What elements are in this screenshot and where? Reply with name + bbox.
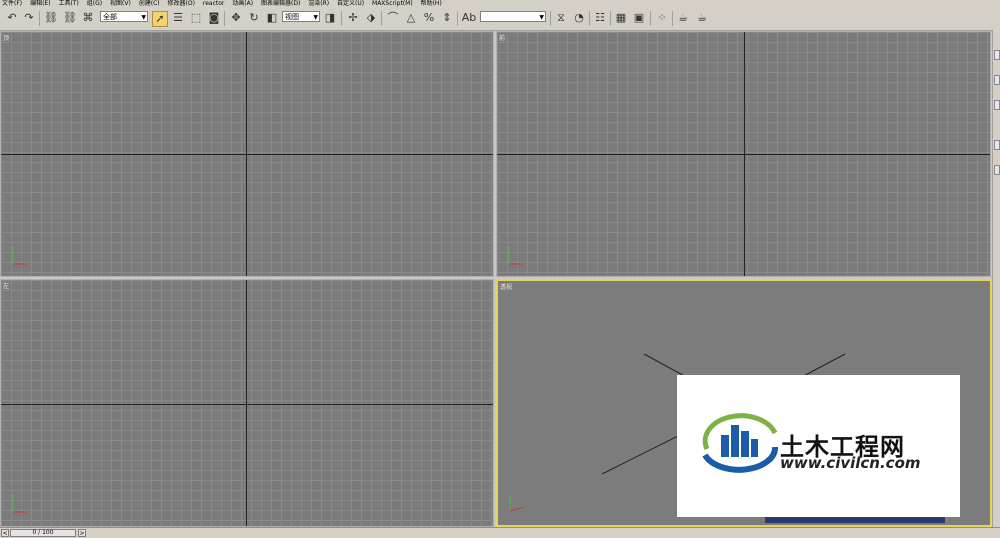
menu-bar: 文件(F) 编辑(E) 工具(T) 组(G) 视图(V) 创建(C) 修改器(O… — [0, 0, 1000, 8]
angle-snap-icon[interactable]: △ — [403, 10, 419, 26]
viewport-top[interactable]: 顶 — [0, 31, 494, 277]
watermark-logo-icon — [702, 413, 778, 473]
menu-modifiers[interactable]: 修改器(O) — [168, 0, 195, 7]
axis-tripod-icon — [12, 494, 27, 513]
reference-coordinate-value: 视图 — [285, 13, 299, 21]
toolbar-separator — [341, 11, 342, 26]
menu-reactor[interactable]: reactor — [203, 0, 225, 7]
named-selection-dropdown[interactable]: ▼ — [480, 11, 546, 22]
status-strip — [765, 517, 945, 523]
select-and-manipulate-icon[interactable]: ✢ — [345, 10, 361, 26]
redo-icon[interactable]: ↷ — [21, 10, 37, 26]
command-panel-tab[interactable] — [994, 75, 1000, 85]
viewport-label[interactable]: 前 — [499, 33, 505, 42]
reference-coordinate-dropdown[interactable]: 视图 ▼ — [282, 11, 320, 22]
bind-space-warp-icon[interactable]: ⌘ — [80, 10, 96, 26]
select-and-scale-icon[interactable]: ◧ — [264, 10, 280, 26]
axis-tripod-icon — [12, 246, 27, 265]
menu-edit[interactable]: 编辑(E) — [30, 0, 50, 7]
unlink-icon[interactable]: ⛓ — [62, 10, 78, 26]
grid-axis-line — [246, 280, 247, 526]
mirror-icon[interactable]: ⧖ — [553, 10, 569, 26]
toolbar-separator — [457, 11, 458, 26]
select-by-name-icon[interactable]: ☰ — [170, 10, 186, 26]
menu-group[interactable]: 组(G) — [87, 0, 102, 7]
time-next-button[interactable]: > — [78, 529, 86, 537]
menu-rendering[interactable]: 渲染(R) — [308, 0, 329, 7]
spinner-snap-icon[interactable]: ⇕ — [439, 10, 455, 26]
grid-axis-line — [246, 32, 247, 276]
menu-tools[interactable]: 工具(T) — [58, 0, 78, 7]
undo-icon[interactable]: ↶ — [4, 10, 20, 26]
toolbar-separator — [39, 11, 40, 26]
select-and-link-icon[interactable]: ⛓ — [43, 10, 59, 26]
edit-named-selection-icon[interactable]: Ab — [461, 10, 477, 26]
watermark: 土木工程网 www.civilcn.com — [677, 375, 960, 517]
menu-maxscript[interactable]: MAXScript(M) — [372, 0, 413, 7]
quick-render-icon[interactable]: ☕ — [694, 10, 710, 26]
snaps-toggle-icon[interactable]: ⌒ — [385, 10, 401, 26]
window-crossing-icon[interactable]: ◙ — [206, 10, 222, 26]
select-and-rotate-icon[interactable]: ↻ — [246, 10, 262, 26]
toolbar-separator — [589, 11, 590, 26]
toolbar-separator — [550, 11, 551, 26]
axis-tripod-icon — [509, 495, 525, 512]
grid-axis-line — [744, 32, 745, 276]
time-slider[interactable]: 0 / 100 — [10, 529, 76, 537]
menu-graph-editors[interactable]: 图表编辑器(D) — [261, 0, 300, 7]
menu-help[interactable]: 帮助(H) — [421, 0, 442, 7]
grid-axis-line — [1, 154, 493, 155]
main-toolbar: ↶ ↷ ⛓ ⛓ ⌘ 全部 ▼ ➚ ☰ ⬚ ◙ ✥ ↻ ◧ 视图 ▼ ◨ ✢ ⬗ … — [0, 8, 1000, 31]
layer-manager-icon[interactable]: ☷ — [592, 10, 608, 26]
toolbar-separator — [610, 11, 611, 26]
grid-axis-line — [1, 404, 493, 405]
menu-file[interactable]: 文件(F) — [2, 0, 22, 7]
pivot-center-icon[interactable]: ◨ — [322, 10, 338, 26]
time-slider-bar: < 0 / 100 > — [0, 527, 1000, 538]
chevron-down-icon: ▼ — [313, 14, 318, 21]
command-panel — [992, 30, 1000, 530]
chevron-down-icon: ▼ — [141, 14, 146, 21]
keyboard-shortcut-toggle-icon[interactable]: ⬗ — [363, 10, 379, 26]
menu-customize[interactable]: 自定义(U) — [337, 0, 364, 7]
viewport-front[interactable]: 前 — [496, 31, 991, 277]
watermark-url: www.civilcn.com — [780, 454, 921, 472]
viewport-left[interactable]: 左 — [0, 279, 494, 527]
toolbar-separator — [672, 11, 673, 26]
selection-filter-value: 全部 — [103, 13, 117, 21]
percent-snap-icon[interactable]: % — [421, 10, 437, 26]
select-object-icon[interactable]: ➚ — [152, 11, 168, 27]
material-editor-icon[interactable]: ⁘ — [654, 10, 670, 26]
time-prev-button[interactable]: < — [1, 529, 9, 537]
command-panel-tab[interactable] — [994, 50, 1000, 60]
viewport-label[interactable]: 顶 — [3, 33, 9, 42]
toolbar-separator — [381, 11, 382, 26]
align-icon[interactable]: ◔ — [571, 10, 587, 26]
menu-views[interactable]: 视图(V) — [110, 0, 131, 7]
curve-editor-icon[interactable]: ▦ — [613, 10, 629, 26]
toolbar-separator — [224, 11, 225, 26]
toolbar-separator — [650, 11, 651, 26]
selection-filter-dropdown[interactable]: 全部 ▼ — [100, 11, 148, 22]
chevron-down-icon: ▼ — [539, 14, 544, 21]
select-and-move-icon[interactable]: ✥ — [228, 10, 244, 26]
viewport-label[interactable]: 左 — [3, 281, 9, 290]
axis-tripod-icon — [508, 246, 523, 265]
render-scene-icon[interactable]: ☕ — [675, 10, 691, 26]
menu-create[interactable]: 创建(C) — [139, 0, 160, 7]
rectangular-selection-icon[interactable]: ⬚ — [188, 10, 204, 26]
schematic-view-icon[interactable]: ▣ — [631, 10, 647, 26]
command-panel-tab[interactable] — [994, 165, 1000, 175]
command-panel-tab[interactable] — [994, 100, 1000, 110]
command-panel-tab[interactable] — [994, 140, 1000, 150]
menu-animation[interactable]: 动画(A) — [232, 0, 253, 7]
